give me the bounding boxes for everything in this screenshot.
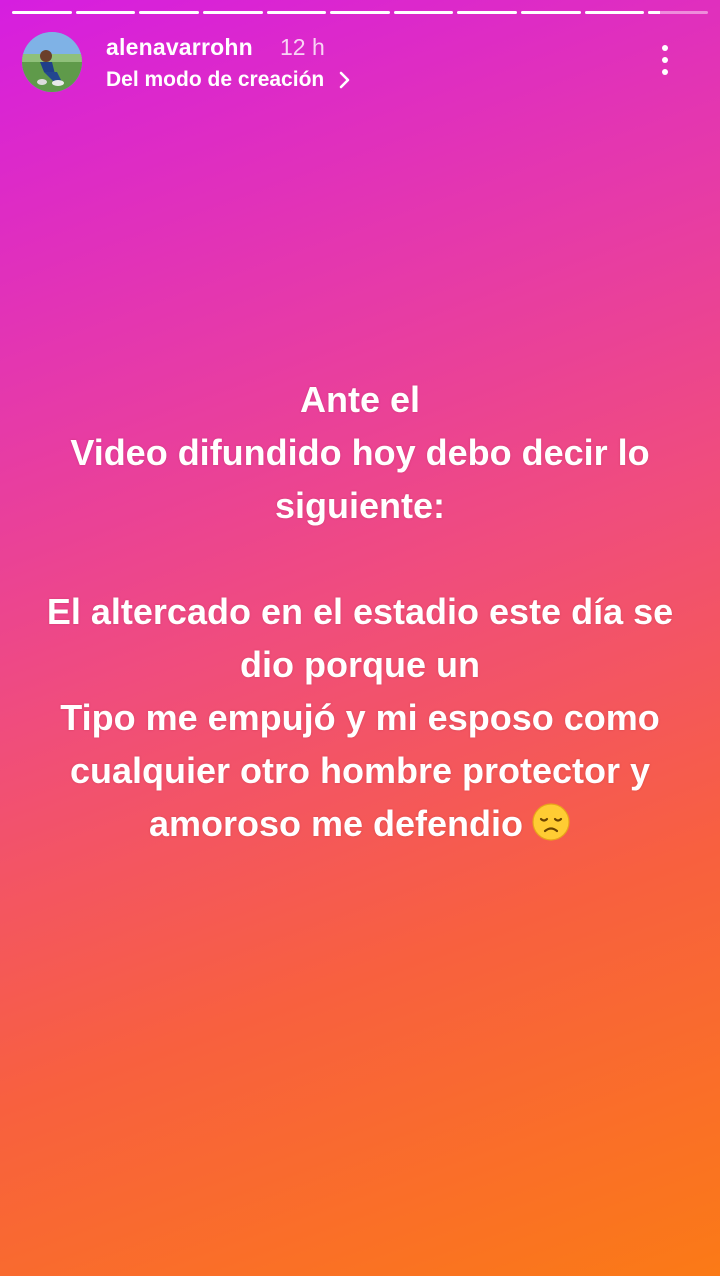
avatar-photo-icon [22, 32, 82, 92]
progress-segment-fill [648, 11, 661, 14]
progress-segment [266, 11, 327, 14]
progress-segment-fill [139, 11, 199, 14]
text-line: El altercado en el estadio este día se [46, 591, 674, 632]
progress-segment [584, 11, 645, 14]
progress-segment [393, 11, 454, 14]
progress-segment-fill [457, 11, 518, 14]
text-line: siguiente: [274, 485, 445, 526]
disappointed-face-icon [532, 803, 570, 841]
profile-avatar[interactable] [22, 32, 82, 92]
progress-segment [75, 11, 136, 14]
text-line: Video difundido hoy debo decir lo [70, 432, 650, 473]
progress-segment-fill [330, 11, 390, 14]
text-line: cualquier otro hombre protector y [69, 750, 651, 791]
chevron-right-icon [339, 71, 350, 89]
progress-segment [202, 11, 263, 14]
progress-segment [457, 11, 518, 14]
create-mode-link[interactable]: Del modo de creación [106, 68, 352, 92]
story-text: Ante el Video difundido hoy debo decir l… [0, 373, 720, 850]
progress-segment [648, 11, 709, 14]
progress-segment-fill [75, 11, 136, 14]
text-line: Ante el [299, 379, 421, 420]
progress-segment-fill [266, 11, 327, 14]
progress-segment [12, 11, 72, 14]
text-line-last: amoroso me defendio [0, 797, 720, 850]
text-line: dio porque un [240, 644, 480, 685]
progress-segment-fill [12, 11, 72, 14]
progress-segment-fill [393, 11, 454, 14]
text-line: Tipo me empujó y mi esposo como [60, 697, 660, 738]
story-view[interactable]: alenavarrohn 12 h Del modo de creación A… [0, 0, 720, 1276]
progress-segment-fill [202, 11, 263, 14]
text-line-final: amoroso me defendio [148, 803, 524, 844]
progress-segment [139, 11, 199, 14]
more-options-icon[interactable] [658, 42, 672, 78]
progress-segment [521, 11, 581, 14]
progress-segment-fill [521, 11, 581, 14]
username[interactable]: alenavarrohn [106, 34, 253, 61]
progress-segment-fill [584, 11, 645, 14]
progress-segment [330, 11, 390, 14]
post-time: 12 h [280, 34, 325, 60]
story-header: alenavarrohn 12 h Del modo de creación [22, 30, 700, 94]
create-mode-label: Del modo de creación [106, 68, 325, 91]
story-progress-bar [12, 11, 709, 15]
